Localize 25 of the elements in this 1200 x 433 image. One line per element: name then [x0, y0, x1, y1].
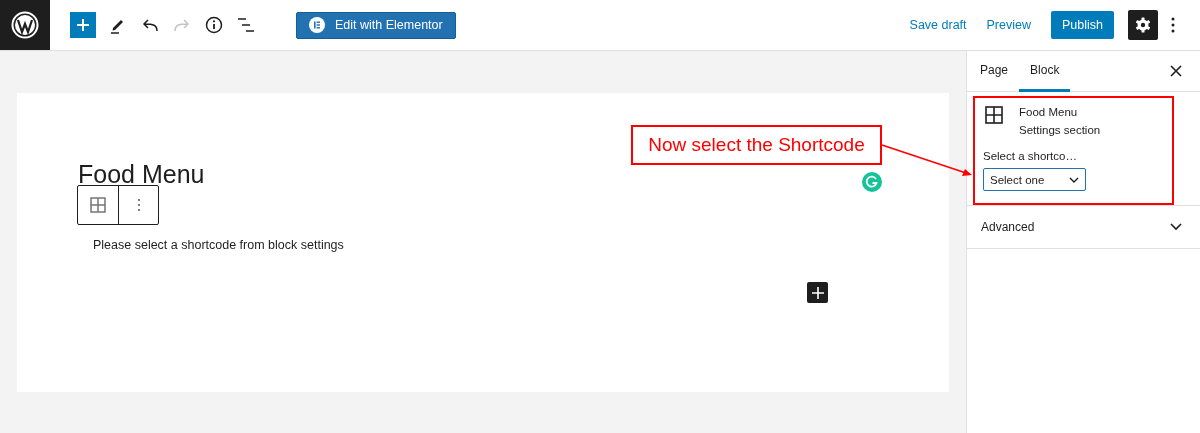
sidebar-tab[interactable]: Block [1019, 51, 1071, 92]
edit-with-elementor-button[interactable]: Edit with Elementor [296, 11, 456, 39]
add-block-button[interactable] [807, 282, 828, 303]
wordpress-logo[interactable] [0, 0, 50, 50]
block-name: Food Menu [1019, 106, 1079, 118]
chevron-down-icon [1170, 223, 1182, 231]
block-description: Settings section [1019, 124, 1101, 136]
shortcode-select[interactable]: Select one [983, 168, 1086, 191]
wordpress-icon [11, 11, 39, 39]
placeholder-text: Please select a shortcode from block settings [93, 238, 344, 252]
plus-icon [811, 286, 824, 299]
preview-button[interactable]: Preview [986, 18, 1031, 32]
settings-button[interactable] [1128, 10, 1158, 40]
elementor-icon [309, 17, 325, 33]
save-draft-button[interactable]: Save draft [909, 18, 967, 32]
gear-icon [1134, 16, 1152, 34]
select-label: Select a shortco… [983, 150, 1078, 162]
sidebar-tab[interactable]: Page [969, 51, 1020, 92]
page-title[interactable]: Food Menu [78, 163, 205, 185]
annotation-callout: Now select the Shortcode [631, 125, 882, 165]
panel-header[interactable]: Advanced [967, 206, 1200, 249]
plus-icon [76, 18, 90, 32]
grid-icon [985, 106, 1003, 124]
chevron-down-icon [1069, 176, 1079, 183]
publish-button[interactable]: Publish [1051, 11, 1114, 39]
